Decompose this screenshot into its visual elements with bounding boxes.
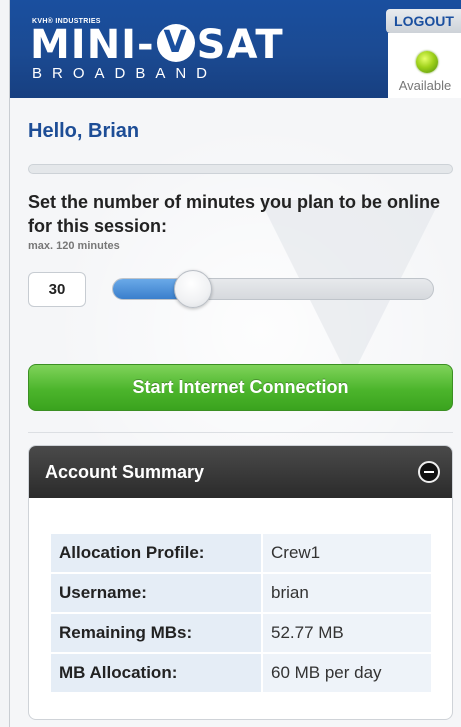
divider bbox=[28, 432, 453, 433]
table-row: Allocation Profile: Crew1 bbox=[51, 534, 431, 572]
minutes-slider-handle[interactable] bbox=[174, 270, 212, 308]
greeting: Hello, Brian bbox=[28, 120, 140, 142]
session-progress-bar bbox=[28, 164, 453, 174]
row-label: MB Allocation: bbox=[51, 654, 261, 692]
row-label: Remaining MBs: bbox=[51, 614, 261, 652]
row-label: Username: bbox=[51, 574, 261, 612]
max-minutes-note: max. 120 minutes bbox=[28, 240, 120, 252]
table-row: Username: brian bbox=[51, 574, 431, 612]
minutes-instruction: Set the number of minutes you plan to be… bbox=[28, 192, 441, 236]
header-banner: KVH® INDUSTRIES MINI- V SAT BROADBAND LOGO… bbox=[10, 0, 461, 98]
account-summary-title: Account Summary bbox=[45, 462, 205, 482]
brand-logo-v: V bbox=[156, 24, 195, 62]
table-row: MB Allocation: 60 MB per day bbox=[51, 654, 431, 692]
logout-button[interactable]: LOGOUT bbox=[386, 9, 461, 33]
account-summary-table: Allocation Profile: Crew1 Username: bria… bbox=[51, 532, 431, 694]
brand-logo-left: MINI- bbox=[30, 22, 155, 68]
row-value: 60 MB per day bbox=[261, 654, 431, 692]
account-summary-panel: Account Summary Allocation Profile: Crew… bbox=[28, 445, 453, 720]
minutes-input[interactable]: 30 bbox=[28, 272, 86, 307]
collapse-icon[interactable] bbox=[418, 461, 440, 483]
brand-logo: MINI- V SAT bbox=[30, 22, 284, 68]
status-indicator-icon bbox=[416, 51, 438, 73]
row-label: Allocation Profile: bbox=[51, 534, 261, 572]
page-frame: KVH® INDUSTRIES MINI- V SAT BROADBAND LOGO… bbox=[9, 0, 461, 727]
row-value: 52.77 MB bbox=[261, 614, 431, 652]
table-row: Remaining MBs: 52.77 MB bbox=[51, 614, 431, 652]
start-connection-button[interactable]: Start Internet Connection bbox=[28, 364, 453, 411]
brand-logo-right: SAT bbox=[196, 22, 284, 68]
minutes-slider[interactable] bbox=[112, 270, 434, 308]
connection-status: Available bbox=[388, 33, 461, 98]
status-label: Available bbox=[398, 78, 452, 93]
row-value: Crew1 bbox=[261, 534, 431, 572]
account-summary-header[interactable]: Account Summary bbox=[29, 446, 452, 498]
brand-subtitle: BROADBAND bbox=[32, 65, 218, 82]
row-value: brian bbox=[261, 574, 431, 612]
